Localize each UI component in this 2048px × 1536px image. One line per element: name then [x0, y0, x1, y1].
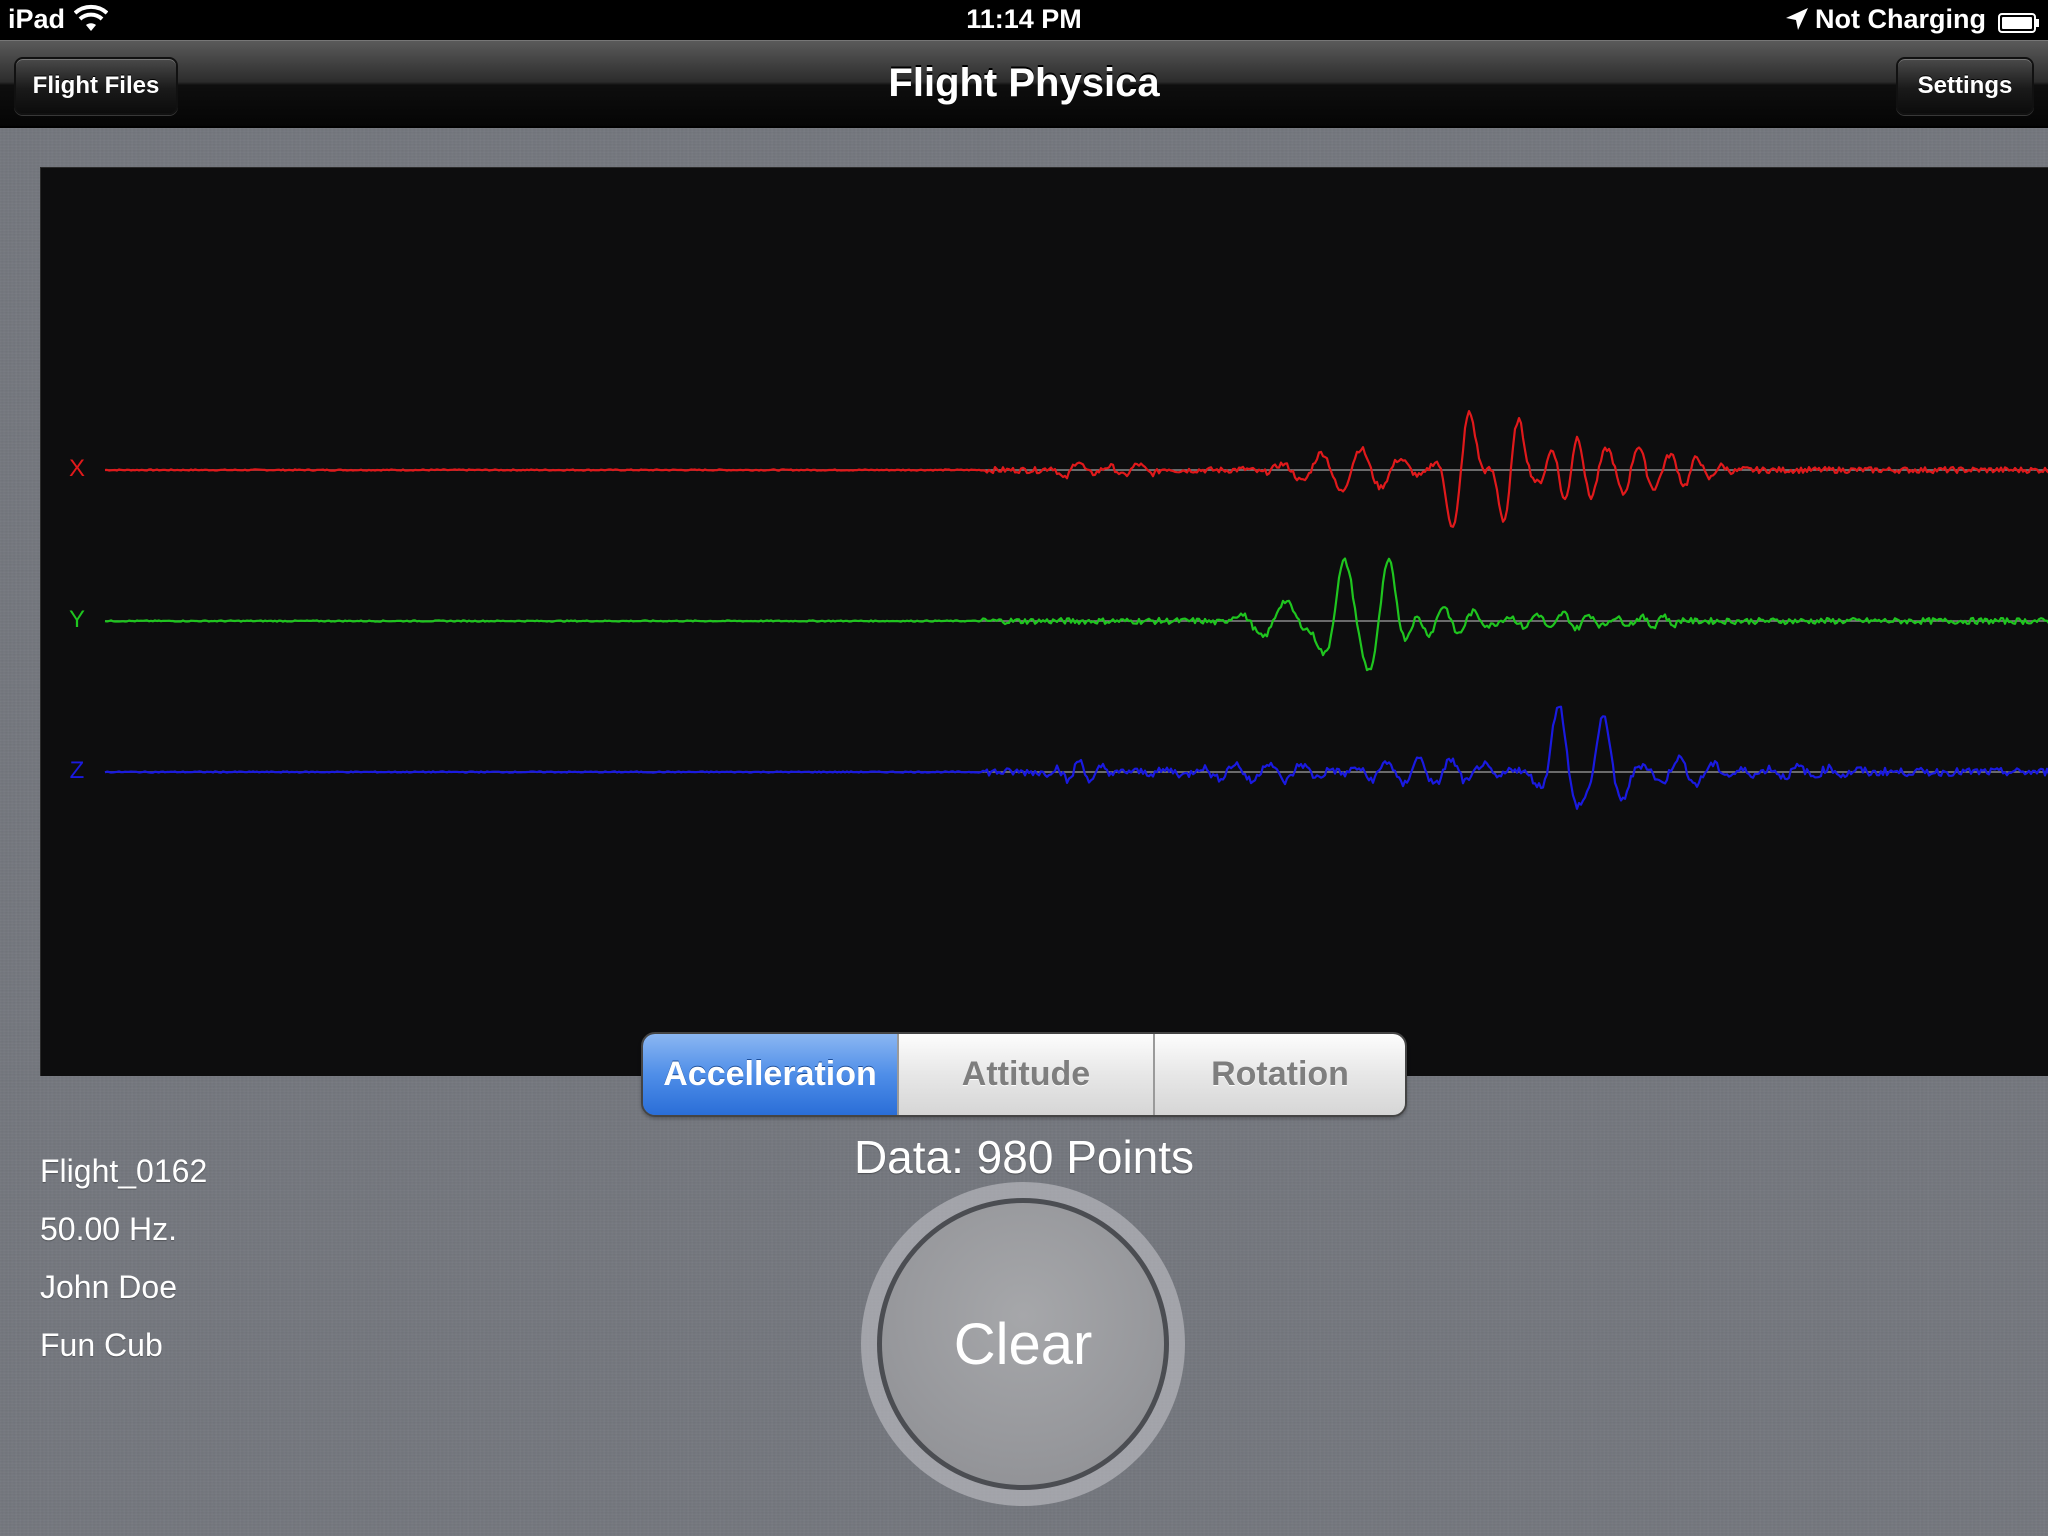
data-point-count: Data: 980 Points	[853, 1131, 1195, 1183]
graph-mode-segmented-control[interactable]: Accelleration Attitude Rotation	[641, 1032, 1407, 1117]
y-axis-label: Y	[68, 606, 85, 633]
aircraft-model: Fun Cub	[40, 1327, 163, 1363]
y-trace	[104, 557, 2048, 672]
charging-status: Not Charging	[1815, 4, 1986, 34]
segment-attitude[interactable]: Attitude	[897, 1034, 1153, 1115]
location-arrow-icon	[1784, 6, 1810, 32]
x-trace	[104, 410, 2048, 528]
graph-plot	[104, 410, 2048, 810]
segment-accelleration[interactable]: Accelleration	[643, 1034, 897, 1115]
navigation-bar: Flight Files Flight Physica Settings	[0, 40, 2048, 128]
flight-info: Flight_0162 50.00 Hz. John Doe Fun Cub	[40, 1150, 207, 1382]
status-bar: iPad 11:14 PM Not Charging	[0, 0, 2048, 40]
clear-button[interactable]: Clear	[877, 1198, 1169, 1490]
settings-button[interactable]: Settings	[1896, 57, 2034, 115]
x-axis-label: X	[68, 455, 85, 482]
clear-button-ring: Clear	[861, 1182, 1185, 1506]
battery-icon	[1998, 9, 2040, 33]
z-trace	[104, 705, 2048, 810]
pilot-name: John Doe	[40, 1269, 177, 1305]
sample-rate: 50.00 Hz.	[40, 1211, 177, 1247]
page-title: Flight Physica	[888, 61, 1160, 105]
flight-name: Flight_0162	[40, 1153, 208, 1189]
segment-rotation[interactable]: Rotation	[1153, 1034, 1405, 1115]
status-time: 11:14 PM	[966, 4, 1082, 34]
sensor-graph: X Y Z	[40, 167, 2048, 1076]
z-axis-label: Z	[69, 757, 85, 784]
